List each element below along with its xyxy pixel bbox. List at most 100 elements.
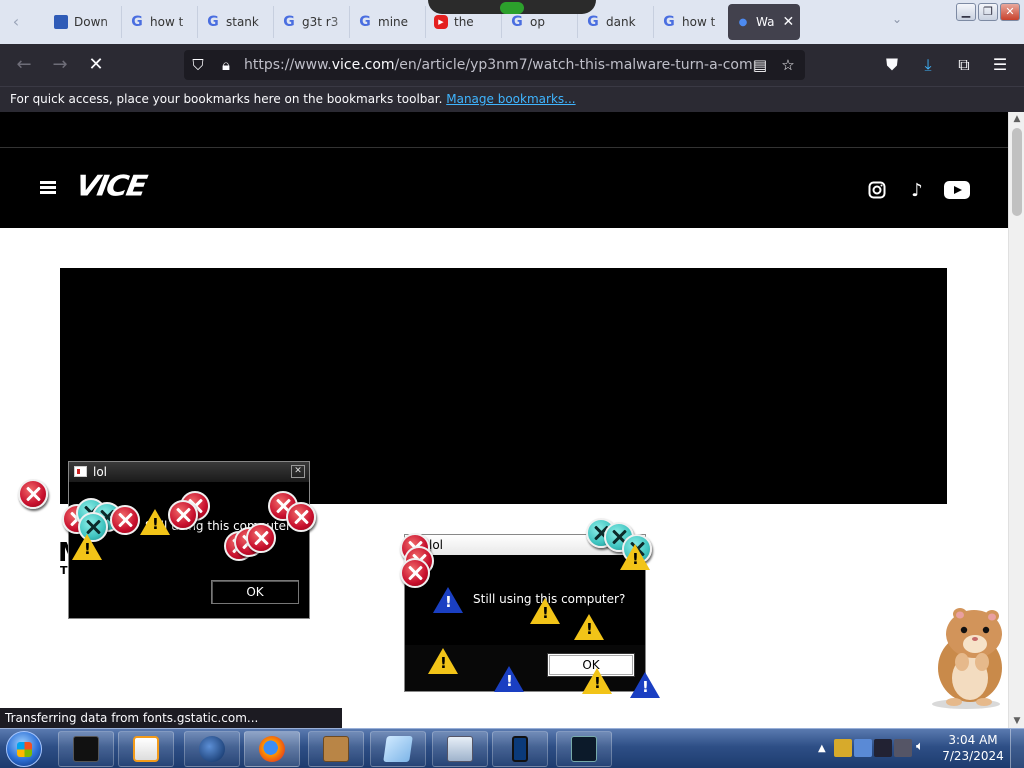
tab[interactable]: G how t	[122, 6, 198, 38]
network-icon[interactable]	[874, 739, 892, 757]
menu-icon[interactable]: ☰	[988, 53, 1012, 77]
youtube-icon[interactable]	[944, 178, 970, 202]
tab[interactable]: G stank	[198, 6, 274, 38]
taskbar-app-bonzi[interactable]	[308, 731, 364, 767]
manage-bookmarks-link[interactable]: Manage bookmarks...	[446, 92, 575, 106]
tab-label: the	[454, 15, 474, 29]
pocket-icon[interactable]: ⛊	[880, 53, 904, 77]
media-player-icon	[133, 736, 159, 762]
terminal-icon	[73, 736, 99, 762]
taskbar-app-firefox[interactable]	[244, 731, 300, 767]
dialog-title: lol	[429, 538, 444, 552]
taskbar-app-calculator[interactable]	[432, 731, 488, 767]
error-icon	[400, 558, 430, 588]
ok-button[interactable]: OK	[211, 580, 299, 604]
tab-label: dank	[606, 15, 636, 29]
back-arrow-icon[interactable]: ←	[12, 53, 36, 77]
taskbar-app-phone[interactable]	[492, 731, 548, 767]
error-icon	[18, 479, 48, 509]
clock[interactable]: 3:04 AM 7/23/2024	[940, 732, 1006, 766]
star-bookmark-icon[interactable]: ☆	[778, 55, 798, 75]
hamster-mascot	[924, 604, 1010, 710]
warning-icon	[620, 544, 650, 570]
tab-label: mine	[378, 15, 409, 29]
error-icon	[286, 502, 316, 532]
system-tray: ▲ 🔈︎	[812, 729, 942, 768]
warning-icon	[72, 534, 102, 560]
extensions-icon[interactable]: ⧉	[952, 53, 976, 77]
taskbar-app-terminal[interactable]	[58, 731, 114, 767]
window-controls: ▁ ❐ ✕	[956, 3, 1020, 21]
forward-arrow-icon[interactable]: →	[48, 53, 72, 77]
google-icon: G	[131, 14, 143, 30]
bookmarks-hint: For quick access, place your bookmarks h…	[10, 92, 443, 106]
shield-icon[interactable]: ⛉	[188, 55, 208, 75]
hamster-box-icon	[323, 736, 349, 762]
dialog-title: lol	[93, 465, 108, 479]
printer-icon[interactable]	[894, 739, 912, 757]
url-text[interactable]: https://www.vice.com/en/article/yp3nm7/w…	[244, 50, 754, 80]
tray-app-icon[interactable]	[834, 739, 852, 757]
warning-icon	[140, 509, 170, 535]
stop-loading-icon[interactable]: ✕	[84, 53, 108, 77]
navigation-toolbar: ← → ✕ ⛉ 🔒︎ https://www.vice.com/en/artic…	[0, 44, 1024, 86]
dialog-titlebar: lol ✕	[69, 462, 309, 482]
scrollbar-thumb[interactable]	[1012, 128, 1022, 216]
google-icon: G	[663, 14, 675, 30]
close-dialog-button[interactable]: ✕	[291, 465, 305, 478]
status-bar: Transferring data from fonts.gstatic.com…	[0, 708, 342, 728]
clock-date: 7/23/2024	[942, 749, 1004, 763]
warning-icon	[494, 666, 524, 692]
tab-strip: ‹ Down G how t G stank G g3t r3 G mine ▶	[0, 0, 1024, 44]
close-window-button[interactable]: ✕	[1000, 3, 1020, 21]
tab[interactable]: Down	[46, 6, 122, 38]
error-icon	[110, 505, 140, 535]
article-subheading: T	[60, 564, 68, 577]
taskbar-app-globe[interactable]	[184, 731, 240, 767]
app-icon	[74, 466, 87, 477]
tab[interactable]: G how t	[654, 6, 730, 38]
instagram-icon[interactable]	[865, 178, 889, 202]
taskbar-app-monitor[interactable]	[556, 731, 612, 767]
scroll-tabs-left-icon[interactable]: ‹	[6, 12, 26, 32]
calculator-icon	[447, 736, 473, 762]
loading-dot-icon: ●	[738, 16, 748, 28]
taskbar-app-media-player[interactable]	[118, 731, 174, 767]
reader-view-icon[interactable]: ▤	[750, 55, 770, 75]
minimize-button[interactable]: ▁	[956, 3, 976, 21]
google-icon: G	[587, 14, 599, 30]
error-icon	[246, 523, 276, 553]
warning-icon	[630, 672, 660, 698]
warning-icon	[428, 648, 458, 674]
top-strip	[0, 112, 1008, 148]
warning-icon	[530, 598, 560, 624]
lock-icon[interactable]: 🔒︎	[216, 55, 236, 75]
volume-icon[interactable]: 🔈︎	[916, 739, 934, 757]
scroll-up-icon[interactable]: ▲	[1009, 112, 1024, 126]
taskbar-app-notepad[interactable]	[370, 731, 426, 767]
firefox-icon	[259, 736, 285, 762]
vice-logo[interactable]: VICE	[73, 170, 154, 203]
bookmarks-message: For quick access, place your bookmarks h…	[10, 92, 576, 106]
phone-icon	[512, 736, 528, 762]
screen: ‹ Down G how t G stank G g3t r3 G mine ▶	[0, 0, 1024, 768]
tab[interactable]: G mine	[350, 6, 426, 38]
google-icon: G	[283, 14, 295, 30]
list-all-tabs-icon[interactable]: ⌄	[892, 12, 902, 26]
tab-active[interactable]: ● Wa ✕	[728, 4, 800, 40]
close-tab-icon[interactable]: ✕	[782, 14, 794, 30]
download-icon[interactable]: ⤓	[916, 53, 940, 77]
tray-app-icon[interactable]	[854, 739, 872, 757]
show-hidden-icons[interactable]: ▲	[818, 743, 826, 754]
task-manager-icon	[571, 736, 597, 762]
restore-button[interactable]: ❐	[978, 3, 998, 21]
page-scrollbar[interactable]: ▲ ▼	[1008, 112, 1024, 728]
show-desktop-button[interactable]	[1010, 729, 1024, 768]
scroll-down-icon[interactable]: ▼	[1009, 714, 1024, 728]
tab[interactable]: G g3t r3	[274, 6, 350, 38]
url-bar[interactable]: ⛉ 🔒︎ https://www.vice.com/en/article/yp3…	[184, 50, 805, 80]
start-button[interactable]	[6, 731, 42, 767]
hamburger-menu-icon[interactable]	[40, 181, 56, 195]
youtube-icon: ▶	[434, 15, 448, 29]
tiktok-icon[interactable]: ♪	[905, 178, 929, 202]
